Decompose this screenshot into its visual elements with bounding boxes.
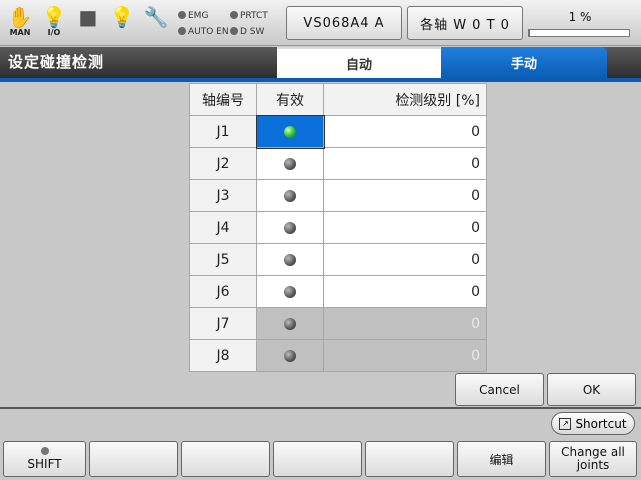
detection-level-cell[interactable]: 0 [323, 275, 487, 308]
enabled-cell[interactable] [256, 243, 324, 276]
detection-level-cell: 0 [323, 307, 487, 340]
table-row: J5 0 [189, 243, 487, 276]
enabled-cell[interactable] [256, 147, 324, 180]
enabled-led-off-icon [284, 221, 296, 234]
shift-led-icon [40, 447, 49, 455]
header-level: 检测级别 [%] [323, 83, 487, 116]
fkey-4[interactable] [273, 441, 362, 477]
speed-value: 1 % [568, 10, 592, 24]
tab-auto[interactable]: 自动 [277, 47, 441, 78]
axis-cell: J7 [189, 307, 257, 340]
status-bar: ✋ MAN 💡 I/O ■ 💡 🔧 EMG PRTCT AUTO EN D SW… [0, 0, 641, 46]
divider [0, 407, 641, 409]
speed-bar-fill [529, 30, 530, 36]
header-axis: 轴编号 [189, 83, 257, 116]
man-hand-icon[interactable]: ✋ MAN [6, 6, 34, 42]
table-row: J1 0 [189, 114, 487, 149]
table-row: J7 0 [189, 307, 487, 340]
detection-level-cell[interactable]: 0 [323, 179, 487, 212]
table-row: J2 0 [189, 147, 487, 180]
detection-level-cell[interactable]: 0 [323, 243, 487, 276]
table-body: J1 0 J2 0 J3 0 J4 0 J5 0 J6 0 J7 0 J8 0 [189, 114, 487, 372]
enabled-led-off-icon [284, 349, 296, 362]
detection-level-cell: 0 [323, 339, 487, 372]
axis-cell: J5 [189, 243, 257, 276]
enabled-cell[interactable] [255, 114, 325, 149]
enabled-led-on-icon [284, 125, 296, 138]
table-row: J8 0 [189, 339, 487, 372]
prtct-indicator: PRTCT [230, 11, 268, 21]
fkey-2[interactable] [89, 441, 178, 477]
fkey-5[interactable] [365, 441, 454, 477]
enabled-cell [256, 339, 324, 372]
enabled-led-off-icon [284, 285, 296, 298]
shortcut-icon: ↗ [559, 417, 572, 430]
header-enabled: 有效 [256, 83, 324, 116]
axis-cell: J8 [189, 339, 257, 372]
emg-indicator: EMG [178, 11, 208, 21]
table-header-row: 轴编号 有效 检测级别 [%] [189, 83, 487, 116]
detection-level-cell[interactable]: 0 [323, 115, 487, 148]
enabled-led-off-icon [284, 317, 296, 330]
enabled-led-off-icon [284, 157, 296, 170]
collision-detection-table: 轴编号 有效 检测级别 [%] J1 0 J2 0 J3 0 J4 0 J5 0 J6 0 J7 0 J8 0 [189, 83, 487, 372]
fkey-shift[interactable]: SHIFT [3, 441, 86, 477]
table-row: J4 0 [189, 211, 487, 244]
ok-button[interactable]: OK [547, 373, 636, 406]
fkey-change-all-joints[interactable]: Change all joints [549, 441, 637, 477]
speed-bar [528, 29, 630, 37]
axis-cell: J3 [189, 179, 257, 212]
fkey-3[interactable] [181, 441, 270, 477]
tab-underline [0, 78, 641, 82]
io-bulb-icon[interactable]: 💡 I/O [40, 6, 68, 42]
page-title: 设定碰撞检测 [8, 53, 105, 71]
shortcut-button[interactable]: ↗ Shortcut [551, 412, 635, 435]
axis-cell: J2 [189, 147, 257, 180]
detection-level-cell[interactable]: 0 [323, 147, 487, 180]
dsw-indicator: D SW [230, 27, 264, 37]
axis-cell: J1 [189, 115, 257, 148]
detection-level-cell[interactable]: 0 [323, 211, 487, 244]
enabled-cell[interactable] [256, 179, 324, 212]
auto-en-indicator: AUTO EN [178, 27, 229, 37]
enabled-led-off-icon [284, 189, 296, 202]
enabled-cell [256, 307, 324, 340]
table-row: J6 0 [189, 275, 487, 308]
cancel-button[interactable]: Cancel [455, 373, 544, 406]
tab-manual[interactable]: 手动 [441, 47, 607, 78]
fkey-edit[interactable]: 编辑 [457, 441, 546, 477]
axis-cell: J4 [189, 211, 257, 244]
stop-square-icon[interactable]: ■ [74, 6, 102, 42]
enabled-led-off-icon [284, 253, 296, 266]
axis-cell: J6 [189, 275, 257, 308]
table-row: J3 0 [189, 179, 487, 212]
lamp-icon[interactable]: 💡 [108, 6, 136, 42]
wrench-icon[interactable]: 🔧 [142, 6, 170, 42]
enabled-cell[interactable] [256, 211, 324, 244]
enabled-cell[interactable] [256, 275, 324, 308]
robot-model-button[interactable]: VS068A4 A [286, 6, 402, 40]
coordinate-button[interactable]: 各轴 W 0 T 0 [407, 6, 523, 40]
